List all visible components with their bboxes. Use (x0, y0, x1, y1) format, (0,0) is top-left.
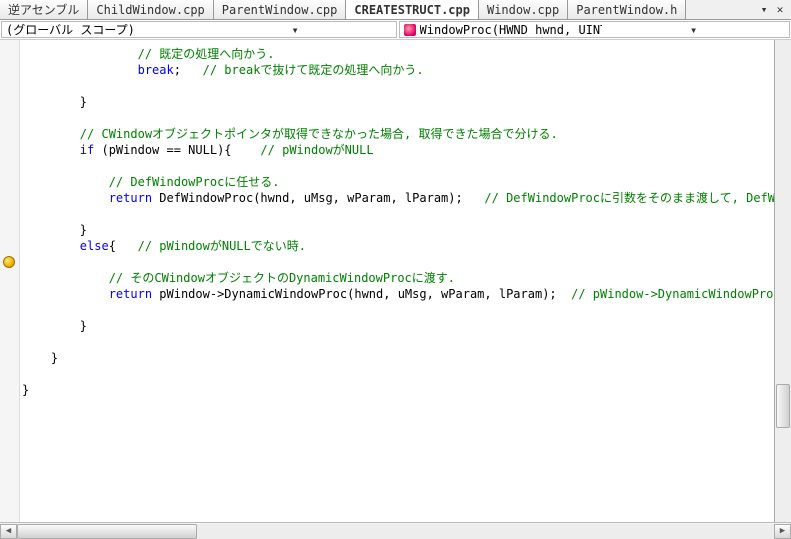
chevron-down-icon: ▾ (602, 23, 785, 37)
document-tab[interactable]: ParentWindow.h (568, 0, 686, 20)
document-tabbar: 逆アセンブルChildWindow.cppParentWindow.cppCRE… (0, 0, 791, 20)
tab-controls: ▾ ✕ (757, 3, 791, 17)
scroll-thumb[interactable] (17, 524, 197, 539)
document-tab[interactable]: Window.cpp (479, 0, 568, 20)
scope-left-label: (グローバル スコープ) (6, 21, 199, 38)
document-tab[interactable]: ChildWindow.cpp (88, 0, 213, 20)
scroll-track[interactable] (17, 524, 774, 539)
scope-dropdown-right[interactable]: WindowProc(HWND hwnd, UINT uMsg, WPARAM … (399, 21, 791, 38)
scroll-right-arrow[interactable]: ▶ (774, 524, 791, 539)
document-tab[interactable]: 逆アセンブル (0, 0, 88, 20)
scope-right-label: WindowProc(HWND hwnd, UINT uMsg, WPARAM … (420, 23, 603, 37)
code-editor[interactable]: // 既定の処理へ向かう. break; // breakで抜けて既定の処理へ向… (20, 40, 785, 522)
editor-area: // 既定の処理へ向かう. break; // breakで抜けて既定の処理へ向… (0, 40, 791, 539)
document-tab[interactable]: CREATESTRUCT.cpp (346, 0, 479, 20)
breakpoint-marker[interactable] (3, 256, 15, 268)
editor-gutter[interactable] (0, 40, 20, 522)
vertical-scroll-thumb[interactable] (776, 384, 790, 428)
function-icon (404, 24, 416, 36)
tab-close-button[interactable]: ✕ (773, 3, 787, 17)
horizontal-scrollbar[interactable]: ◀ ▶ (0, 522, 791, 539)
scope-bar: (グローバル スコープ) ▾ WindowProc(HWND hwnd, UIN… (0, 20, 791, 40)
document-tab[interactable]: ParentWindow.cpp (214, 0, 347, 20)
tab-overflow-dropdown[interactable]: ▾ (757, 3, 771, 17)
scroll-left-arrow[interactable]: ◀ (0, 524, 17, 539)
vertical-scrollbar[interactable] (774, 40, 791, 522)
scope-dropdown-left[interactable]: (グローバル スコープ) ▾ (1, 21, 397, 38)
chevron-down-icon: ▾ (199, 23, 392, 37)
